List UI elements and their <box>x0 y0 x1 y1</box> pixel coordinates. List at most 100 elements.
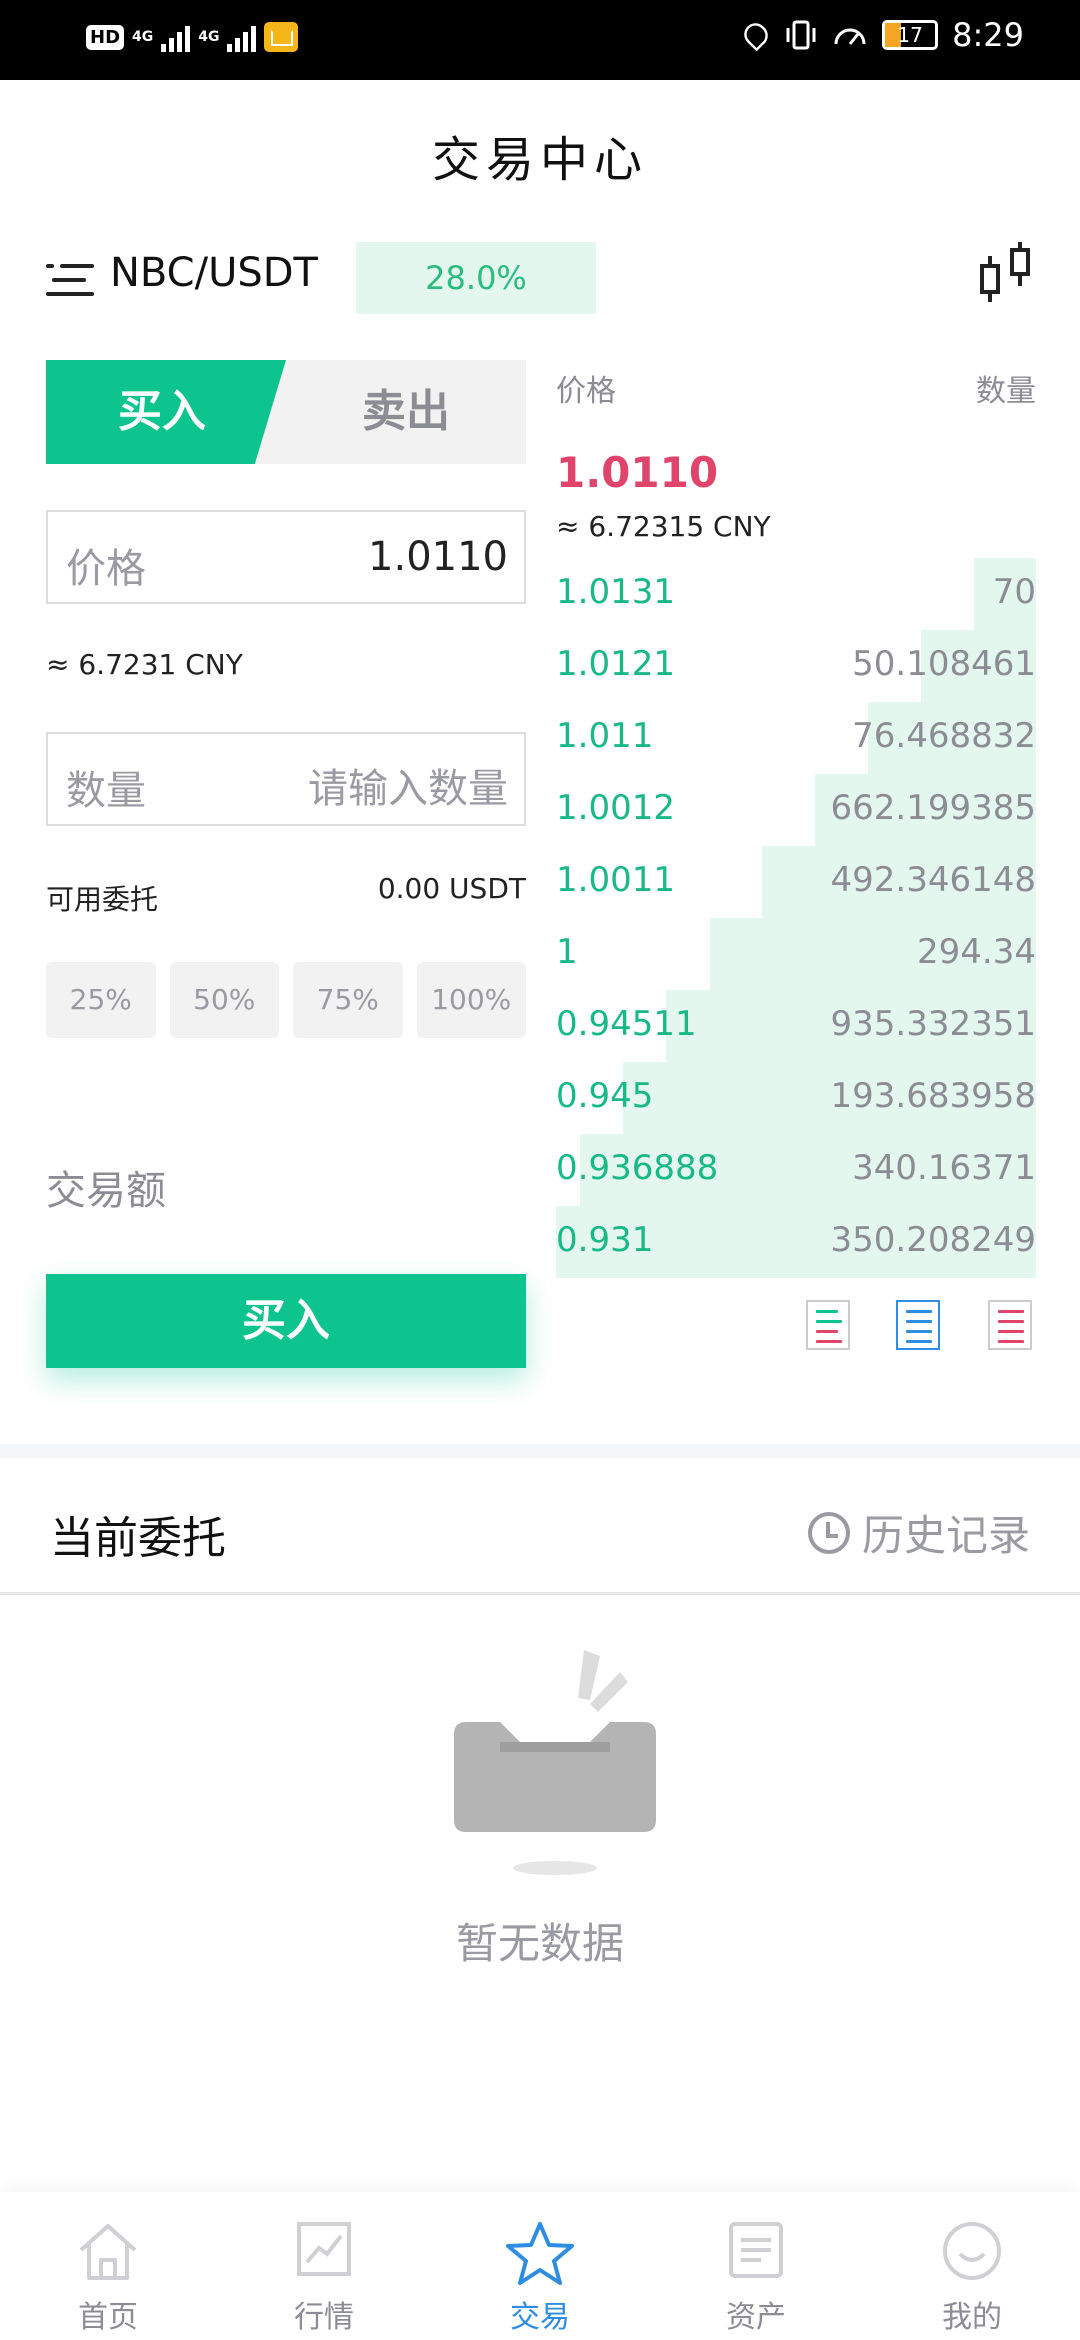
current-orders-title: 当前委托 <box>50 1513 226 1564</box>
nav-home-label: 首页 <box>78 2300 138 2335</box>
percent-75-button[interactable]: 75% <box>293 962 403 1038</box>
nav-market-label: 行情 <box>294 2300 354 2335</box>
nav-market[interactable]: 行情 <box>216 2192 432 2340</box>
history-label: 历史记录 <box>861 1511 1030 1560</box>
assets-icon <box>729 2222 783 2278</box>
buy-sell-tabs: 卖出 买入 <box>46 360 526 464</box>
battery-icon: 17 <box>882 20 939 50</box>
nav-trade[interactable]: 交易 <box>432 2192 648 2340</box>
speed-icon <box>834 28 866 45</box>
nav-trade-label: 交易 <box>510 2300 570 2335</box>
signal-icon-2 <box>227 22 257 52</box>
empty-state-text: 暂无数据 <box>455 1919 624 1968</box>
tab-buy[interactable]: 买入 <box>46 360 286 464</box>
orderbook-quantity: 492.346148 <box>830 860 1037 900</box>
nav-home[interactable]: 首页 <box>0 2192 216 2340</box>
orderbook-view-toggles <box>806 1300 1036 1350</box>
battery-level: 17 <box>897 23 923 47</box>
profile-icon <box>943 2222 1001 2280</box>
all-view-icon[interactable] <box>896 1300 940 1350</box>
orderbook-row[interactable]: 1.0011 492.346148 <box>556 846 1036 918</box>
history-clock-icon <box>807 1511 850 1554</box>
price-field[interactable]: 价格 1.0110 <box>46 510 526 604</box>
orderbook-row[interactable]: 1 294.34 <box>556 918 1036 990</box>
orderbook-row[interactable]: 1.0012 662.199385 <box>556 774 1036 846</box>
clock-time: 8:29 <box>952 16 1024 54</box>
last-price-cny: ≈ 6.72315 CNY <box>556 510 771 543</box>
orderbook-price: 1 <box>556 932 578 972</box>
orderbook-price: 1.0011 <box>556 860 675 900</box>
menu-list-icon[interactable] <box>46 258 94 302</box>
empty-box-icon <box>454 1650 656 1875</box>
orderbook-quantity: 294.34 <box>917 932 1036 972</box>
orderbook-price: 0.94511 <box>556 1004 697 1044</box>
pair-row: NBC/USDT 28.0% <box>46 240 1036 320</box>
orderbook-row[interactable]: 0.945 193.683958 <box>556 1062 1036 1134</box>
orderbook-quantity: 70 <box>992 572 1036 612</box>
available-label: 可用委托 <box>46 883 159 916</box>
nav-profile-label: 我的 <box>942 2300 1002 2335</box>
asks-view-icon[interactable] <box>988 1300 1032 1350</box>
quantity-field[interactable]: 数量 请输入数量 <box>46 732 526 826</box>
orderbook-price: 1.0131 <box>556 572 675 612</box>
bids-view-icon[interactable] <box>806 1300 850 1350</box>
trading-pair-name[interactable]: NBC/USDT <box>110 250 318 296</box>
price-input[interactable]: 1.0110 <box>368 534 508 580</box>
price-label: 价格 <box>66 546 146 592</box>
orderbook-quantity: 193.683958 <box>830 1076 1037 1116</box>
star-icon <box>506 2222 574 2285</box>
quantity-label: 数量 <box>66 768 146 814</box>
orderbook-row[interactable]: 1.0131 70 <box>556 558 1036 630</box>
nav-assets[interactable]: 资产 <box>648 2192 864 2340</box>
nav-profile[interactable]: 我的 <box>864 2192 1080 2340</box>
status-left: HD 4G 4G <box>86 22 299 52</box>
network-type-2: 4G <box>198 29 220 45</box>
orderbook-row[interactable]: 0.931 350.208249 <box>556 1206 1036 1278</box>
orderbook-price: 0.936888 <box>556 1148 719 1188</box>
history-link[interactable]: 历史记录 <box>807 1502 1030 1563</box>
tab-sell[interactable]: 卖出 <box>286 360 526 464</box>
orderbook-row[interactable]: 1.0121 50.108461 <box>556 630 1036 702</box>
status-bar: HD 4G 4G 17 8:29 <box>0 0 1080 80</box>
home-icon <box>79 2224 137 2280</box>
orderbook-price: 0.945 <box>556 1076 654 1116</box>
bottom-nav: 首页 行情 交易 资产 我的 <box>0 2192 1080 2340</box>
network-type-1: 4G <box>132 29 154 45</box>
page-title: 交易中心 <box>431 132 648 188</box>
percent-25-button[interactable]: 25% <box>46 962 156 1038</box>
available-value: 0.00 USDT <box>377 872 526 905</box>
hd-indicator: HD <box>86 24 125 50</box>
orderbook-price-header: 价格 <box>556 374 616 409</box>
percent-buttons: 25% 50% 75% 100% <box>46 962 526 1038</box>
orderbook-price: 1.011 <box>556 716 654 756</box>
percent-100-button[interactable]: 100% <box>416 962 526 1038</box>
orderbook-row[interactable]: 0.94511 935.332351 <box>556 990 1036 1062</box>
price-cny-equivalent: ≈ 6.7231 CNY <box>46 648 243 681</box>
orderbook-quantity: 662.199385 <box>830 788 1037 828</box>
orderbook-quantity: 340.16371 <box>852 1148 1036 1188</box>
signal-icon <box>161 22 191 52</box>
section-divider <box>0 1444 1080 1458</box>
percent-50-button[interactable]: 50% <box>169 962 279 1038</box>
last-price: 1.0110 <box>556 448 719 497</box>
orderbook-price: 1.0012 <box>556 788 675 828</box>
orderbook-quantity: 76.468832 <box>852 716 1036 756</box>
mail-notification-icon <box>264 22 299 52</box>
orderbook-quantity-header: 数量 <box>976 374 1036 409</box>
buy-submit-button[interactable]: 买入 <box>46 1274 526 1368</box>
price-change-badge: 28.0% <box>356 242 596 314</box>
orderbook-price: 1.0121 <box>556 644 675 684</box>
quantity-input[interactable]: 请输入数量 <box>308 756 508 814</box>
orderbook-list: 1.0131 70 1.0121 50.108461 1.011 76.468832 1.0… <box>556 558 1036 1278</box>
trade-amount-label: 交易额 <box>46 1168 166 1214</box>
orderbook-price: 0.931 <box>556 1220 654 1260</box>
orderbook-quantity: 350.208249 <box>830 1220 1037 1260</box>
market-chart-icon <box>297 2222 351 2276</box>
orderbook-row[interactable]: 0.936888 340.16371 <box>556 1134 1036 1206</box>
orderbook-quantity: 50.108461 <box>852 644 1036 684</box>
nav-assets-label: 资产 <box>726 2300 786 2335</box>
orderbook-row[interactable]: 1.011 76.468832 <box>556 702 1036 774</box>
orderbook-quantity: 935.332351 <box>830 1004 1037 1044</box>
candlestick-icon[interactable] <box>976 240 1036 308</box>
location-icon <box>739 18 773 52</box>
